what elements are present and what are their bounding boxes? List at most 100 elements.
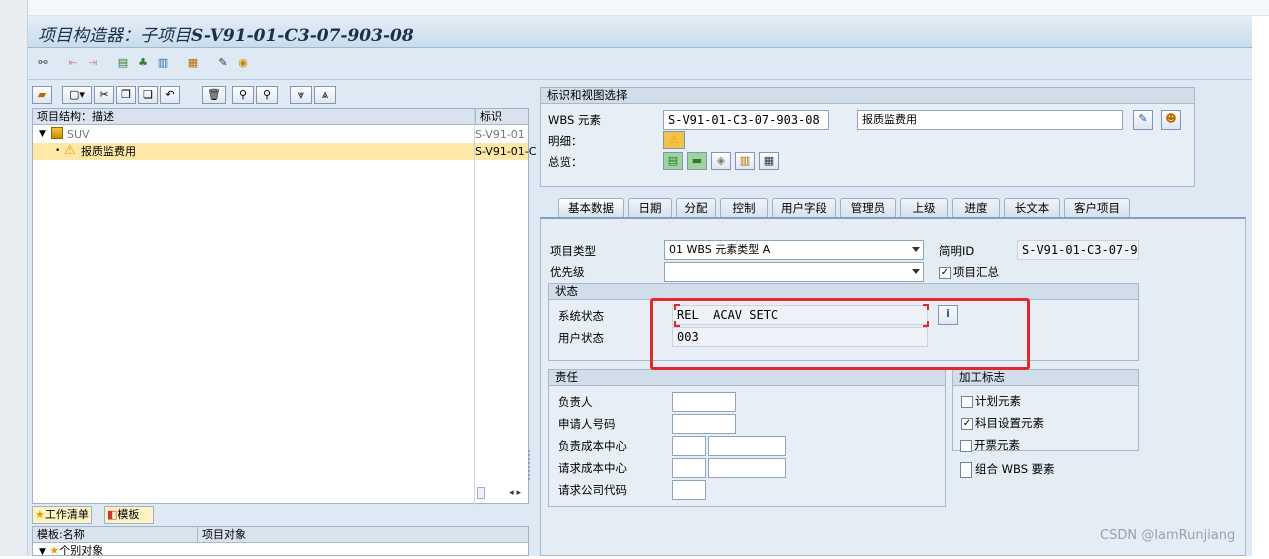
system-status-label: 系统状态 xyxy=(558,309,604,323)
tree-row-id: S-V91-01-C xyxy=(475,145,537,158)
resp-cost-center-label: 负责成本中心 xyxy=(558,439,627,453)
expand-icon[interactable]: ⩔ xyxy=(290,86,312,104)
star-icon: ★ xyxy=(35,508,45,521)
next-object-icon[interactable]: ⇥ xyxy=(84,55,102,71)
document-overview-icon[interactable]: ▦ xyxy=(759,152,779,170)
expand-arrow-icon[interactable]: ▼ xyxy=(39,126,46,143)
activity-overview-icon[interactable]: ▥ xyxy=(735,152,755,170)
responsibility-group: 责任 负责人 申请人号码 负责成本中心 请求成本中心 请求公司代码 xyxy=(548,369,946,507)
hierarchy-icon[interactable]: ▤ xyxy=(114,55,132,71)
req-cost-center-label: 请求成本中心 xyxy=(558,461,627,475)
wbs-description-field[interactable]: 报质监费用 xyxy=(857,110,1123,130)
user-status-label: 用户状态 xyxy=(558,331,604,345)
tab-template[interactable]: ◧模板 xyxy=(104,506,154,524)
tab-dates[interactable]: 日期 xyxy=(628,198,672,218)
responsible-field[interactable] xyxy=(672,392,736,412)
planning-element-checkbox[interactable] xyxy=(961,396,973,408)
star-icon: ★ xyxy=(49,544,60,557)
table-icon[interactable]: ▦ xyxy=(184,55,202,71)
basic-data-panel: 项目类型 01 WBS 元素类型 A 优先级 简明ID S-V91-01-C3-… xyxy=(540,217,1246,556)
project-type-select[interactable]: 01 WBS 元素类型 A xyxy=(664,240,924,260)
annotation-highlight-box xyxy=(650,298,1030,370)
billing-element-checkbox[interactable] xyxy=(960,440,972,452)
short-id-label: 简明ID xyxy=(939,244,975,258)
edit-icon[interactable]: ✎ xyxy=(214,55,232,71)
graphic-icon[interactable]: ▥ xyxy=(154,55,172,71)
splitter-handle[interactable] xyxy=(528,450,536,480)
open-folder-icon[interactable]: ▰ xyxy=(32,86,52,104)
cut-icon[interactable]: ✂ xyxy=(94,86,114,104)
tab-long-text[interactable]: 长文本 xyxy=(1004,198,1060,218)
title-bar: 项目构造器：子项目S-V91-01-C3-07-903-08 xyxy=(28,16,1252,48)
dropdown-arrow-icon[interactable] xyxy=(912,269,920,274)
structure-overview-icon[interactable]: ▤ xyxy=(663,152,683,170)
template-col-name[interactable]: 模板:名称 xyxy=(37,527,85,543)
undo-icon[interactable]: ↶ xyxy=(160,86,180,104)
dropdown-arrow-icon[interactable] xyxy=(912,247,920,252)
tab-control[interactable]: 控制 xyxy=(720,198,768,218)
tab-assignments[interactable]: 分配 xyxy=(676,198,716,218)
applicant-field[interactable] xyxy=(672,414,736,434)
detail-label: 明细： xyxy=(548,134,583,148)
collapse-icon[interactable]: ⩓ xyxy=(314,86,336,104)
tree-row-suv[interactable]: ▼ SUV S-V91-01 xyxy=(33,126,528,143)
paste-icon[interactable]: ❏ xyxy=(138,86,158,104)
application-toolbar: ⚯ ⇤ ⇥ ▤ ♣ ▥ ▦ ✎ ◉ xyxy=(28,48,1252,80)
glasses-icon[interactable]: ⚯ xyxy=(34,55,52,71)
tree-col-desc[interactable]: 项目结构：描述 xyxy=(37,109,114,125)
resp-controlling-area-field[interactable] xyxy=(672,436,706,456)
tab-worklist-label: 工作清单 xyxy=(44,508,89,521)
title-id: S-V91-01-C3-07-903-08 xyxy=(191,26,414,46)
tab-user-fields[interactable]: 用户字段 xyxy=(772,198,836,218)
warning-icon: ⚠ xyxy=(64,143,76,158)
tab-progress[interactable]: 进度 xyxy=(952,198,1000,218)
copy-icon[interactable]: ❐ xyxy=(116,86,136,104)
tab-administration[interactable]: 管理员 xyxy=(840,198,896,218)
tree-row-selected[interactable]: • ⚠ 报质监费用 S-V91-01-C xyxy=(33,143,536,160)
column-divider xyxy=(474,109,475,505)
project-summary-checkbox[interactable]: ✓ xyxy=(939,267,951,279)
operative-flags-title: 加工标志 xyxy=(953,370,1138,386)
req-company-code-field[interactable] xyxy=(672,480,706,500)
template-col-object[interactable]: 项目对象 xyxy=(197,527,246,543)
overview-label: 总览： xyxy=(548,155,583,169)
delete-icon[interactable]: 🗑︎ xyxy=(202,86,226,104)
find-next-icon[interactable]: ⚲ xyxy=(256,86,278,104)
warning-icon[interactable]: ⚠ xyxy=(663,131,685,149)
change-icon[interactable]: ✎ xyxy=(1133,110,1153,130)
create-icon[interactable]: ▢▾ xyxy=(62,86,92,104)
resp-cost-center-field[interactable] xyxy=(708,436,786,456)
req-controlling-area-field[interactable] xyxy=(672,458,706,478)
tab-basic-data[interactable]: 基本数据 xyxy=(558,198,624,218)
tab-customer-project[interactable]: 客户项目 xyxy=(1064,198,1130,218)
responsible-label: 负责人 xyxy=(558,395,593,409)
req-cost-center-field[interactable] xyxy=(708,458,786,478)
account-assignment-checkbox[interactable]: ✓ xyxy=(961,418,973,430)
id-section-title: 标识和视图选择 xyxy=(541,88,1194,104)
wbs-element-field[interactable]: S-V91-01-C3-07-903-08 xyxy=(663,110,829,130)
tab-worklist[interactable]: ★工作清单 xyxy=(32,506,92,524)
account-assignment-label: 科目设置元素 xyxy=(975,416,1044,430)
wbs-overview-icon[interactable]: ▬ xyxy=(687,152,707,170)
template-icon: ◧ xyxy=(107,508,118,521)
tree-col-id[interactable]: 标识 xyxy=(475,109,502,125)
applicant-label: 申请人号码 xyxy=(558,417,616,431)
wbs-element-label: WBS 元素 xyxy=(548,113,602,127)
bullet-icon: • xyxy=(55,146,61,156)
find-icon[interactable]: ⚲ xyxy=(232,86,254,104)
network-overview-icon[interactable]: ◈ xyxy=(711,152,731,170)
grouping-wbs-checkbox[interactable] xyxy=(960,462,972,478)
tab-superior[interactable]: 上级 xyxy=(900,198,948,218)
scroll-thumb[interactable] xyxy=(477,487,485,499)
priority-select[interactable] xyxy=(664,262,924,282)
tree-toolbar: ▰ ▢▾ ✂ ❐ ❏ ↶ 🗑︎ ⚲ ⚲ ⩔ ⩓ xyxy=(32,86,532,106)
person-icon[interactable]: ☻ xyxy=(1161,110,1181,130)
tree-row-label: SUV xyxy=(67,128,90,141)
template-header: 模板:名称 项目对象 xyxy=(33,527,528,543)
check-icon[interactable]: ◉ xyxy=(234,55,252,71)
template-row[interactable]: ▼ ★个别对象 xyxy=(39,544,103,559)
short-id-field[interactable]: S-V91-01-C3-07-9 xyxy=(1017,240,1139,260)
left-window-edge xyxy=(0,0,28,556)
structure-icon[interactable]: ♣ xyxy=(134,55,152,71)
previous-object-icon[interactable]: ⇤ xyxy=(64,55,82,71)
